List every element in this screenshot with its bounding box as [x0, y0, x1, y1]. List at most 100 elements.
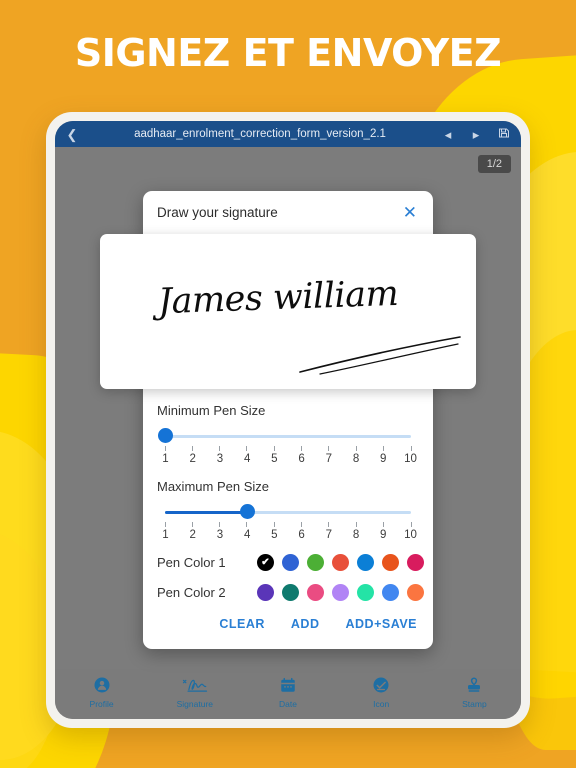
- profile-icon: [55, 674, 148, 696]
- pen-color-1-swatch-6[interactable]: [407, 554, 424, 571]
- slider-tick: [164, 522, 166, 527]
- pdf-toolbar: ❮ aadhaar_enrolment_correction_form_vers…: [55, 121, 521, 147]
- dialog-header: Draw your signature ✕: [143, 191, 433, 230]
- slider-tick: [219, 446, 221, 451]
- chevron-left-small-icon[interactable]: ◂: [439, 128, 457, 141]
- signature-drawing-text: James william: [157, 273, 399, 323]
- minimum-pen-size-label: Minimum Pen Size: [157, 403, 266, 418]
- check-icon: ✔: [261, 557, 270, 568]
- slider-tick: [191, 522, 193, 527]
- nav-item-date[interactable]: Date: [241, 674, 334, 709]
- dialog-actions: CLEAR ADD ADD+SAVE: [143, 601, 433, 643]
- pen-color-2-swatch-2[interactable]: [307, 584, 324, 601]
- pen-color-2-swatch-3[interactable]: [332, 584, 349, 601]
- slider-tick-marks: [164, 522, 412, 528]
- slider-tick: [301, 446, 303, 451]
- maximum-pen-size-block: Maximum Pen Size 1 2 3 4 5 6 7 8 9 10: [143, 479, 433, 541]
- add-button[interactable]: ADD: [291, 617, 320, 631]
- promo-headline: SIGNEZ ET ENVOYEZ: [74, 31, 502, 75]
- pen-color-2-swatch-4[interactable]: [357, 584, 374, 601]
- slider-tick-label: 9: [380, 453, 387, 465]
- nav-label-profile: Profile: [89, 699, 114, 709]
- signature-canvas[interactable]: James william: [100, 234, 476, 389]
- nav-label-signature: Signature: [176, 699, 213, 709]
- slider-tick: [328, 446, 330, 451]
- pen-color-1-swatch-0[interactable]: ✔: [257, 554, 274, 571]
- slider-tick-label: 7: [325, 529, 333, 541]
- slider-tick-label: 6: [298, 453, 305, 465]
- slider-tick: [246, 446, 248, 451]
- clear-button[interactable]: CLEAR: [219, 617, 265, 631]
- slider-tick-label: 8: [352, 453, 360, 465]
- calendar-icon: [241, 674, 334, 696]
- pdf-document-title: aadhaar_enrolment_correction_form_versio…: [134, 128, 386, 140]
- slider-thumb[interactable]: [239, 504, 255, 519]
- slider-tick-label: 2: [189, 529, 196, 541]
- slider-tick: [273, 446, 275, 451]
- minimum-pen-size-block: Minimum Pen Size 1 2 3 4 5 6 7 8 9 10: [143, 403, 433, 465]
- pen-color-1-swatch-5[interactable]: [382, 554, 399, 571]
- slider-fill: [165, 511, 247, 514]
- slider-tick-label: 7: [325, 453, 333, 465]
- pen-color-2-row: Pen Color 2: [143, 584, 433, 601]
- save-icon[interactable]: [495, 127, 513, 141]
- slider-rail: [165, 435, 411, 438]
- slider-tick: [410, 522, 412, 527]
- slider-tick: [355, 522, 357, 527]
- promo-screenshot: SIGNEZ ET ENVOYEZ ❮ aadhaar_enrolment_co…: [0, 0, 576, 768]
- add-save-button[interactable]: ADD+SAVE: [346, 617, 418, 631]
- slider-tick: [355, 446, 357, 451]
- slider-tick: [383, 522, 385, 527]
- slider-tick: [191, 446, 193, 451]
- pen-color-2-swatch-6[interactable]: [407, 584, 424, 601]
- signature-flourish-icon: [299, 336, 461, 375]
- slider-tick-label: 5: [271, 529, 278, 541]
- slider-tick-label: 1: [162, 529, 169, 541]
- pen-color-1-swatches: ✔: [257, 554, 424, 571]
- nav-item-stamp[interactable]: Stamp: [428, 674, 521, 709]
- maximum-pen-size-slider[interactable]: [165, 504, 411, 521]
- signature-icon: [148, 674, 241, 696]
- slider-tick-labels: 1 2 3 4 5 6 7 8 9 10: [159, 453, 417, 465]
- pen-color-1-swatch-1[interactable]: [282, 554, 299, 571]
- slider-tick-labels: 1 2 3 4 5 6 7 8 9 10: [159, 529, 417, 541]
- nav-item-profile[interactable]: Profile: [55, 674, 148, 709]
- nav-label-stamp: Stamp: [462, 699, 487, 709]
- check-circle-icon: [335, 674, 428, 696]
- slider-tick-label: 10: [404, 529, 417, 541]
- pen-color-1-swatch-3[interactable]: [332, 554, 349, 571]
- slider-tick-label: 6: [298, 529, 305, 541]
- nav-label-icon: Icon: [373, 699, 390, 709]
- minimum-pen-size-slider[interactable]: [157, 428, 411, 445]
- slider-tick: [246, 522, 248, 527]
- chevron-left-icon[interactable]: ❮: [63, 128, 81, 141]
- chevron-right-small-icon[interactable]: ▸: [467, 128, 485, 141]
- slider-tick-label: 3: [216, 529, 224, 541]
- slider-tick: [273, 522, 275, 527]
- nav-item-signature[interactable]: Signature: [148, 674, 241, 709]
- slider-thumb[interactable]: [157, 428, 173, 443]
- slider-tick-label: 10: [404, 453, 417, 465]
- pen-color-2-swatch-1[interactable]: [282, 584, 299, 601]
- pen-color-2-swatch-5[interactable]: [382, 584, 399, 601]
- pen-color-1-label: Pen Color 1: [157, 555, 226, 570]
- slider-tick-label: 2: [189, 453, 196, 465]
- draw-signature-dialog: Draw your signature ✕ James william Mini…: [100, 191, 476, 649]
- slider-tick-label: 4: [243, 453, 251, 465]
- stamp-icon: [428, 674, 521, 696]
- slider-tick-label: 3: [216, 453, 224, 465]
- tablet-device-frame: ❮ aadhaar_enrolment_correction_form_vers…: [46, 112, 530, 728]
- pen-color-1-swatch-2[interactable]: [307, 554, 324, 571]
- maximum-pen-size-label: Maximum Pen Size: [157, 479, 269, 494]
- slider-tick-label: 4: [243, 529, 251, 541]
- close-icon[interactable]: ✕: [401, 204, 419, 221]
- slider-tick: [383, 446, 385, 451]
- slider-tick-label: 9: [380, 529, 387, 541]
- pen-color-2-swatches: [257, 584, 424, 601]
- pen-color-2-swatch-0[interactable]: [257, 584, 274, 601]
- slider-tick-label: 8: [352, 529, 360, 541]
- nav-item-icon[interactable]: Icon: [335, 674, 428, 709]
- nav-label-date: Date: [279, 699, 297, 709]
- slider-tick: [328, 522, 330, 527]
- pen-color-1-swatch-4[interactable]: [357, 554, 374, 571]
